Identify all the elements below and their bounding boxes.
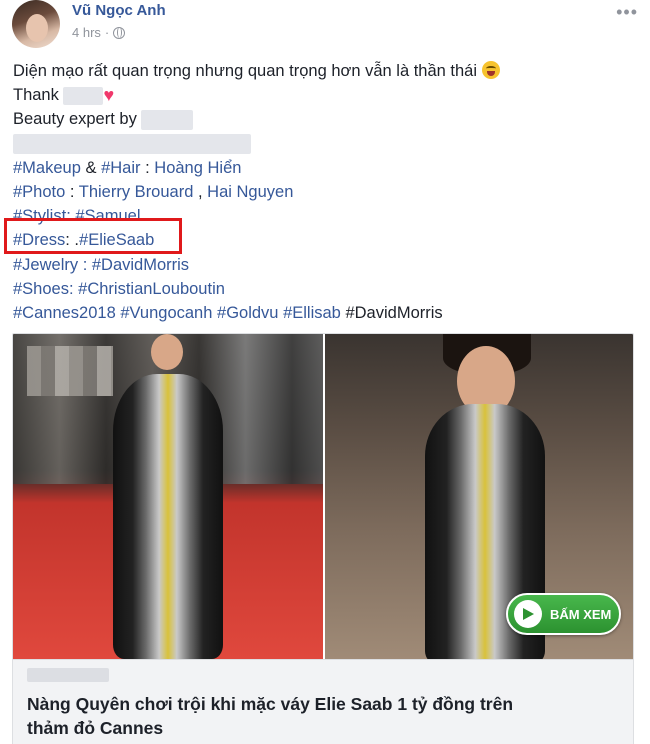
link-preview-card[interactable]: BẤM XEM Nàng Quyên chơi trội khi mặc váy… (12, 333, 634, 744)
post-line: #Shoes: #ChristianLouboutin (13, 277, 633, 301)
model-face (151, 334, 183, 370)
plain-davidmorris: #DavidMorris (345, 303, 443, 322)
author-avatar[interactable] (12, 0, 60, 48)
preview-photo-right[interactable]: BẤM XEM (325, 334, 633, 659)
post-line: #Jewelry : #DavidMorris (13, 253, 633, 277)
author-name[interactable]: Vũ Ngọc Anh (72, 2, 166, 19)
hashtag-vungocanh[interactable]: #Vungocanh (120, 304, 212, 322)
post-line: Thank ♥ (13, 83, 633, 107)
card-title[interactable]: Nàng Quyên chơi trội khi mặc váy Elie Sa… (27, 692, 621, 740)
pixelated-logo (27, 346, 113, 396)
hashtag-photo[interactable]: #Photo (13, 183, 65, 201)
hashtag-shoes[interactable]: #Shoes (13, 280, 69, 298)
post-line: #Cannes2018 #Vungocanh #Goldvu #Ellisab … (13, 301, 633, 325)
bam-xem-button[interactable]: BẤM XEM (506, 593, 621, 635)
play-icon (514, 600, 542, 628)
beauty-expert-text: Beauty expert by (13, 110, 137, 129)
card-title-line: Nàng Quyên chơi trội khi mặc váy Elie Sa… (27, 694, 514, 714)
card-title-line: thảm đỏ Cannes (27, 718, 164, 738)
mention-hai-nguyen[interactable]: Hai Nguyen (207, 183, 293, 201)
post-line: #Makeup & #Hair : Hoàng Hiển (13, 156, 633, 180)
card-footer[interactable]: Nàng Quyên chơi trội khi mặc váy Elie Sa… (13, 659, 633, 744)
hashtag-makeup[interactable]: #Makeup (13, 159, 81, 177)
post-timestamp[interactable]: 4 hrs (72, 25, 101, 40)
text-fragment: : (78, 255, 92, 274)
hashtag-christianlouboutin[interactable]: #ChristianLouboutin (78, 280, 225, 298)
blurred-mention (13, 134, 251, 155)
post-caption: Diện mạo rất quan trọng nhưng quan trọng… (13, 62, 478, 80)
text-fragment: & (80, 158, 102, 177)
meta-separator: · (104, 25, 110, 40)
squint-tongue-emoji (481, 61, 500, 79)
blurred-mention (63, 86, 104, 105)
hashtag-hair[interactable]: #Hair (101, 159, 140, 177)
hashtag-goldvu[interactable]: #Goldvu (217, 304, 278, 322)
more-options-button[interactable]: ••• (616, 2, 638, 23)
post-line (13, 132, 633, 156)
mention-thierry-brouard[interactable]: Thierry Brouard (79, 183, 194, 201)
more-icon: ••• (616, 2, 638, 22)
text-fragment: : (65, 182, 79, 201)
post-line: Diện mạo rất quan trọng nhưng quan trọng… (13, 59, 633, 83)
post-line: #Photo : Thierry Brouard , Hai Nguyen (13, 180, 633, 204)
text-fragment: : (140, 158, 155, 177)
post-text: Diện mạo rất quan trọng nhưng quan trọng… (13, 59, 633, 325)
mention-hoang-hien[interactable]: Hoàng Hiển (154, 159, 241, 177)
text-fragment: , (193, 182, 208, 201)
globe-icon (113, 26, 126, 39)
text-fragment: : (68, 279, 79, 298)
hashtag-jewelry[interactable]: #Jewelry (13, 256, 78, 274)
thank-text: Thank (13, 86, 59, 105)
hashtag-davidmorris[interactable]: #DavidMorris (92, 256, 189, 274)
blurred-domain (27, 668, 109, 682)
hashtag-cannes2018[interactable]: #Cannes2018 (13, 304, 116, 322)
cta-label: BẤM XEM (550, 606, 612, 622)
annotation-highlight-box (4, 218, 182, 254)
blurred-mention (141, 110, 194, 131)
hashtag-ellisab[interactable]: #Ellisab (283, 304, 341, 322)
gown (113, 374, 223, 659)
preview-photo-left[interactable] (13, 334, 323, 659)
heart-icon: ♥ (103, 85, 115, 106)
post-meta: 4 hrs · (72, 25, 126, 40)
facebook-post: Vũ Ngọc Anh 4 hrs · ••• Diện mạo rất qua… (0, 0, 650, 744)
post-line: Beauty expert by (13, 107, 633, 131)
